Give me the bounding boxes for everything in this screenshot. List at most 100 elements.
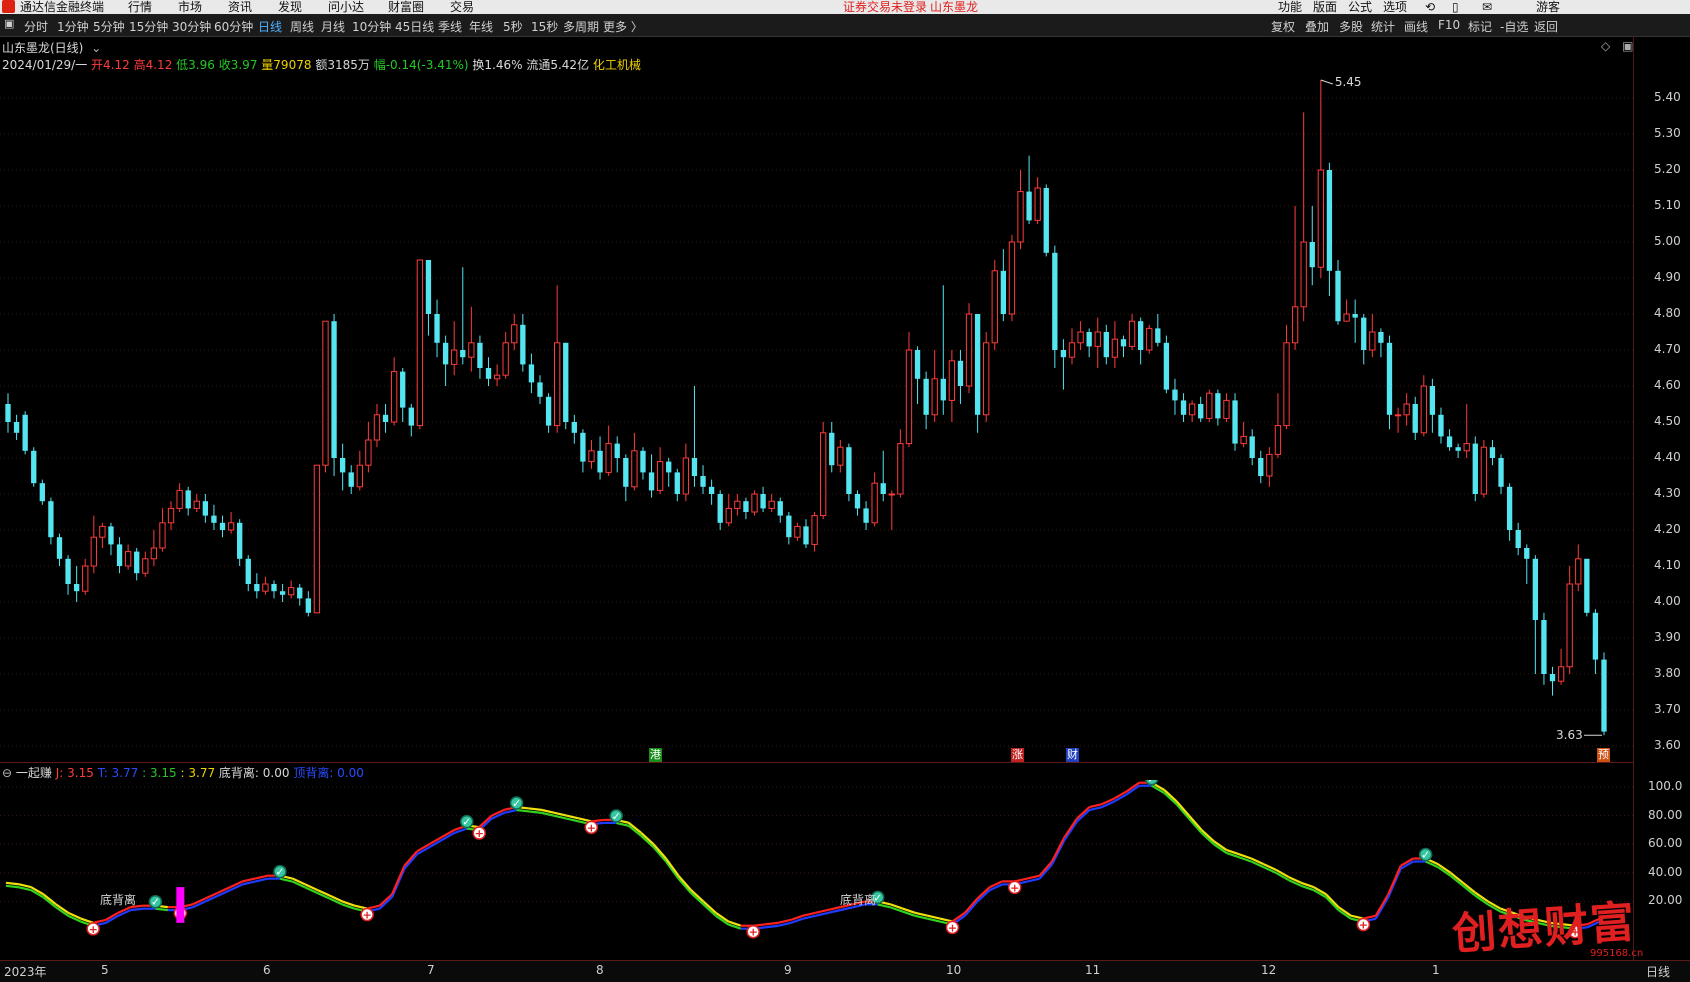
candle-body [39,483,45,502]
indicator-name[interactable]: 一起赚 [16,766,52,780]
candle-body [373,414,381,441]
mail-icon[interactable]: ✉ [1482,0,1492,14]
osc-line-fast [1387,865,1402,895]
tab-period[interactable]: 年线 [469,18,493,35]
login-notice[interactable]: 证券交易未登录 [843,0,927,14]
candle [1455,443,1461,458]
tool-button[interactable]: 标记 [1468,18,1492,35]
candle-body [1326,170,1333,271]
candle-body [1258,458,1264,476]
event-marker-limit-up[interactable]: 涨 [1011,748,1024,762]
menu-item-trade[interactable]: 交易 [450,0,474,14]
osc-line-slow [1038,863,1053,880]
indicator-j: J: 3.15 [55,766,94,780]
candle [134,548,140,581]
menu-item-function[interactable]: 功能 [1278,0,1302,14]
menu-item-market[interactable]: 行情 [128,0,152,14]
diamond-icon[interactable]: ◇ [1601,39,1610,53]
tool-button[interactable]: 叠加 [1305,18,1329,35]
event-marker-hk[interactable]: 港 [649,748,662,762]
candle-body [477,342,483,368]
candle [159,508,166,552]
tab-period-more[interactable]: 更多 〉 [603,18,643,35]
menu-item-options[interactable]: 选项 [1383,0,1407,14]
menu-item-wealth[interactable]: 财富圈 [388,0,424,14]
menu-item-formula[interactable]: 公式 [1348,0,1372,14]
candle [1498,454,1504,494]
osc-line-fast [1374,893,1390,917]
candle-body [1386,342,1393,415]
tab-period[interactable]: 季线 [438,18,462,35]
tool-button[interactable]: 统计 [1371,18,1395,35]
tab-period[interactable]: 分时 [24,18,48,35]
candle-body [1601,659,1607,732]
candle-body [322,320,329,466]
menu-item-markets[interactable]: 市场 [178,0,202,14]
candle-body [99,525,106,538]
indicator-toggle-icon[interactable]: ⊖ [2,766,12,780]
price-tick-label: 4.70 [1654,342,1681,356]
oscillator-chart[interactable]: +✓+✓+✓+✓+✓+✓++✓+✓+ [0,780,1633,960]
candle [931,350,938,422]
candlestick-chart[interactable]: 5.45 3.63 [0,72,1633,762]
phone-icon[interactable]: ▯ [1452,0,1459,14]
tab-period[interactable]: 60分钟 [214,18,253,35]
candle [640,447,646,480]
candle [888,490,895,530]
menu-item-layout[interactable]: 版面 [1313,0,1337,14]
candle [708,479,715,505]
tab-period[interactable]: 5分钟 [93,18,125,35]
candle [1335,260,1341,325]
tool-button[interactable]: 复权 [1271,18,1295,35]
tab-period[interactable]: 1分钟 [57,18,89,35]
candle [1000,249,1007,322]
maximize-icon[interactable]: ▣ [1622,39,1633,53]
candle-body [1472,443,1478,494]
refresh-icon[interactable]: ⟲ [1425,0,1435,14]
tab-period[interactable]: 45日线 [395,18,434,35]
candle-body [1575,558,1582,585]
event-marker-forecast[interactable]: 预 [1597,748,1610,762]
tab-period[interactable]: 月线 [321,18,345,35]
stock-title[interactable]: 山东墨龙(日线) [2,41,83,55]
tab-period[interactable]: 周线 [290,18,314,35]
candle-body [1068,342,1076,358]
osc-line-slow [964,900,979,917]
osc-line-slow [1051,839,1066,865]
menu-item-discover[interactable]: 发现 [278,0,302,14]
candle [1394,407,1402,433]
toolbar-toggle-icon[interactable]: ▣ [4,17,14,30]
candle-body [545,396,552,426]
candle [537,375,543,404]
quote-industry[interactable]: 化工机械 [593,58,641,72]
indicator-v2: : 3.77 [180,766,216,780]
tab-period[interactable]: 30分钟 [172,18,211,35]
pane-divider[interactable] [0,762,1633,763]
tab-period-active[interactable]: 日线 [258,18,282,35]
candle-body [1549,674,1556,682]
tool-button[interactable]: 多股 [1339,18,1363,35]
chevron-down-icon[interactable]: ⌄ [91,41,101,55]
menu-item-news[interactable]: 资讯 [228,0,252,14]
event-marker-finance[interactable]: 财 [1066,748,1079,762]
tab-period[interactable]: 5秒 [503,18,523,35]
candle-body [1429,386,1436,415]
tool-button[interactable]: F10 [1438,18,1460,32]
tool-button[interactable]: 画线 [1404,18,1428,35]
osc-line-fast [964,897,979,914]
candle-body [485,368,492,379]
candle-body [1463,443,1470,452]
tab-period[interactable]: 多周期 [563,18,599,35]
candle-body [871,482,878,524]
tab-period[interactable]: 15秒 [531,18,558,35]
app-name: 通达信金融终端 [20,0,105,14]
guest-label[interactable]: 游客 [1536,0,1560,14]
tool-button[interactable]: -自选 [1500,18,1528,35]
candle [90,515,97,574]
candle-body [794,525,801,538]
menu-item-ask[interactable]: 问小达 [328,0,364,14]
tab-period[interactable]: 10分钟 [352,18,391,35]
candle-body [416,259,424,427]
tool-button[interactable]: 返回 [1534,18,1558,35]
tab-period[interactable]: 15分钟 [129,18,168,35]
